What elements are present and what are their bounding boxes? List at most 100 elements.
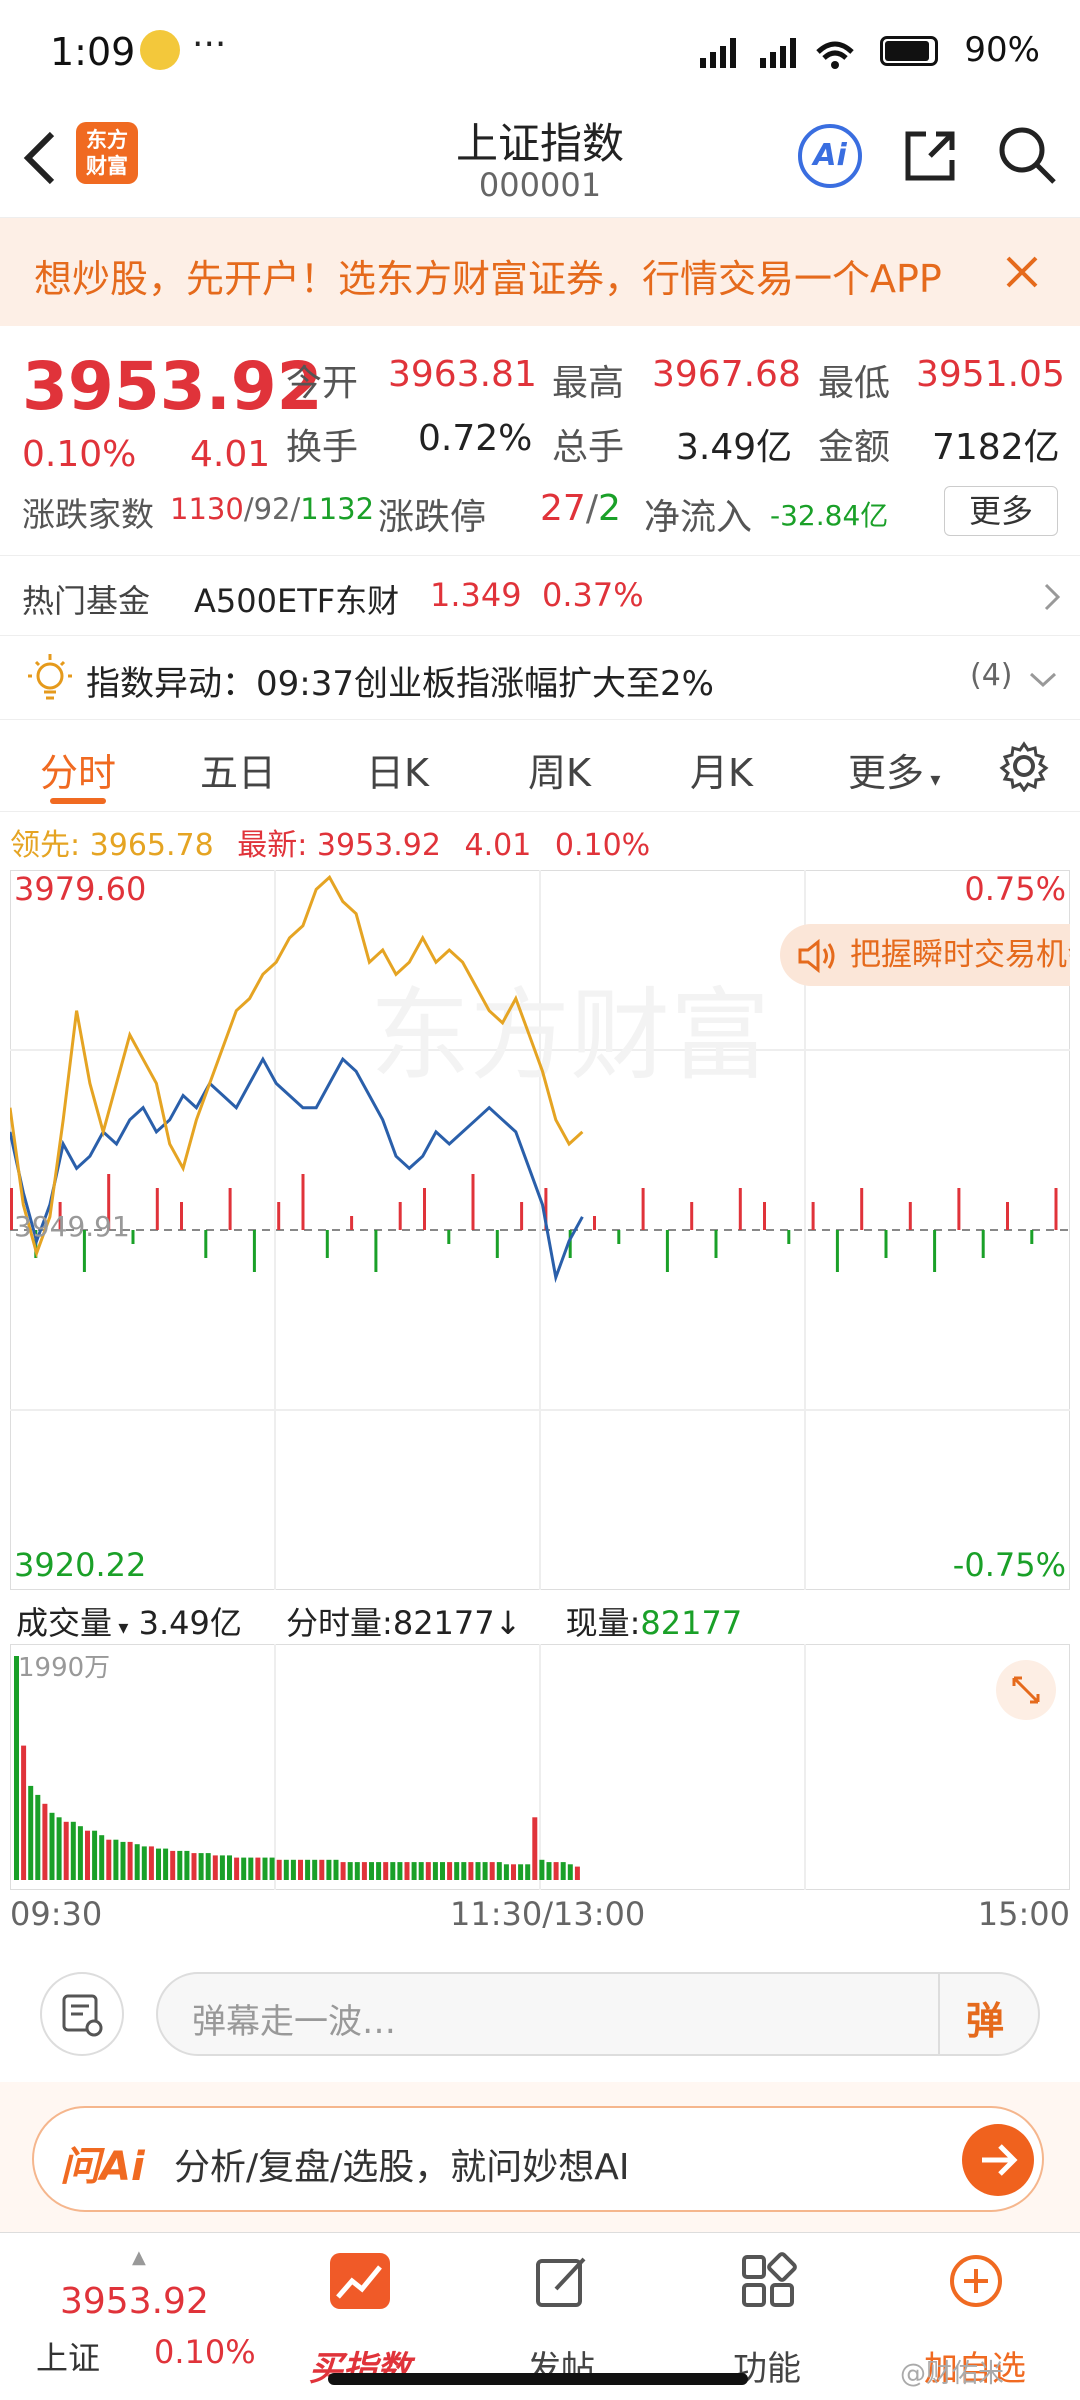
latest-pct: 0.10% — [554, 828, 651, 863]
danmu-send-button[interactable]: 弹 — [966, 1990, 1004, 2045]
intraday-chart[interactable]: 东方财富 3979.60 3949.91 3920.22 0.75% -0.75… — [8, 869, 1071, 1591]
alert-text: 09:37创业板指涨幅扩大至2% — [256, 664, 714, 704]
flow-bar — [471, 1174, 475, 1230]
time-mid: 11:30/13:00 — [450, 1895, 646, 1933]
volume-bar — [156, 1848, 161, 1880]
amount-label: 金额 — [818, 427, 891, 468]
flow-bar — [447, 1230, 451, 1244]
tab-intraday[interactable]: 分时 — [40, 742, 116, 797]
app-header: 东方 财富 上证指数 000001 Ai — [0, 100, 1080, 218]
volume-bar — [468, 1862, 474, 1880]
now-volume-value: 82177 — [640, 1604, 743, 1642]
flow-bar — [714, 1230, 718, 1258]
volume-bar — [198, 1853, 204, 1880]
flow-bar — [301, 1174, 305, 1230]
volume-bar — [383, 1862, 389, 1880]
ai-assistant-button[interactable]: Ai — [798, 124, 862, 188]
volume-bar — [319, 1859, 325, 1880]
breadth-label: 涨跌家数 — [22, 495, 154, 534]
flow-bar — [350, 1216, 354, 1230]
tab-more[interactable]: 更多 ▾ — [848, 742, 940, 797]
index-alert-row[interactable]: 指数异动：09:37创业板指涨幅扩大至2% (4) — [0, 636, 1080, 720]
amount-value: 7182亿 — [932, 427, 1060, 468]
tab-weekly-k[interactable]: 周K — [528, 742, 591, 797]
volume-bar — [340, 1862, 346, 1880]
open-value: 3963.81 — [388, 354, 537, 395]
volume-bar — [518, 1864, 524, 1880]
volume-bar — [298, 1859, 303, 1880]
status-time: 1:09 — [50, 30, 136, 74]
alert-count: (4) — [970, 658, 1013, 693]
nav-index-price: 3953.92 — [60, 2281, 209, 2322]
chevron-down-icon[interactable] — [1028, 670, 1058, 690]
volume-bar — [397, 1862, 403, 1880]
volume-bar — [241, 1857, 247, 1880]
hot-fund-pct: 0.37% — [542, 576, 644, 614]
home-indicator — [328, 2373, 748, 2385]
ai-logo: 问Ai — [60, 2144, 145, 2190]
limit-values: 27/2 — [540, 488, 621, 529]
volume-bar — [425, 1862, 431, 1880]
close-icon[interactable] — [1004, 254, 1040, 290]
tab-five-day[interactable]: 五日 — [200, 742, 276, 797]
volume-bar — [546, 1862, 552, 1880]
tab-daily-k[interactable]: 日K — [366, 742, 429, 797]
hot-fund-label: 热门基金 — [22, 582, 151, 620]
battery-level: 90% — [964, 30, 1040, 70]
netflow-label: 净流入 — [644, 497, 753, 538]
volume-bar — [63, 1821, 69, 1880]
hot-fund-row[interactable]: 热门基金 A500ETF东财 1.349 0.37% — [0, 556, 1080, 636]
latest-change: 4.01 — [464, 828, 532, 863]
volume-bar — [333, 1859, 339, 1880]
ai-label: Ai — [813, 138, 847, 173]
more-quote-button[interactable]: 更多 — [944, 486, 1058, 536]
danmu-input[interactable]: 弹幕走一波… 弹 — [156, 1972, 1040, 2056]
volume-bar — [28, 1785, 34, 1880]
trading-opportunity-button[interactable]: 把握瞬时交易机会 — [780, 924, 1070, 986]
volume-value: 3.49亿 — [676, 427, 793, 468]
volume-bar — [42, 1803, 48, 1880]
status-more-dots: ··· — [192, 24, 227, 65]
flow-bar — [593, 1216, 596, 1230]
volume-selector[interactable]: 成交量 ▾ — [16, 1604, 128, 1642]
volume-bar — [85, 1830, 90, 1880]
volume-bar — [170, 1850, 176, 1880]
tab-monthly-k[interactable]: 月K — [690, 742, 753, 797]
volume-bar — [255, 1857, 261, 1880]
arrow-right-icon[interactable] — [962, 2124, 1034, 2196]
comment-list-icon[interactable] — [40, 1972, 124, 2056]
plus-circle-icon — [950, 2255, 1002, 2307]
chart-tabs: 分时 五日 日K 周K 月K 更多 ▾ — [0, 720, 1080, 812]
ai-query-bar[interactable]: 问Ai 分析/复盘/选股，就问妙想AI — [32, 2106, 1044, 2212]
share-icon[interactable] — [900, 126, 960, 186]
y-max-label: 3979.60 — [14, 870, 146, 908]
flat-count: 92 — [253, 492, 291, 526]
limit-label: 涨跌停 — [378, 497, 487, 538]
flow-bar — [277, 1202, 281, 1230]
tick-volume-label: 分时量: — [286, 1604, 393, 1642]
volume-bar — [177, 1850, 183, 1880]
flow-bar — [520, 1202, 524, 1230]
promo-banner[interactable]: 想炒股，先开户！选东方财富证券，行情交易一个APP — [0, 218, 1080, 326]
volume-bar — [539, 1859, 545, 1880]
grid-icon — [742, 2252, 797, 2307]
volume-bar — [21, 1745, 27, 1880]
hot-fund-name: A500ETF东财 — [194, 582, 400, 620]
battery-icon — [880, 36, 938, 66]
gear-icon[interactable] — [998, 740, 1050, 792]
now-volume-label: 现量: — [565, 1604, 641, 1642]
volume-bar — [113, 1839, 119, 1880]
volume-bar — [574, 1866, 580, 1880]
baseline-label: 3949.91 — [14, 1210, 130, 1243]
flow-bar — [884, 1230, 888, 1258]
volume-chart[interactable]: 1990万 — [9, 1643, 1071, 1891]
nav-index-pct: 0.10% — [154, 2333, 256, 2371]
nav-index-quote[interactable]: ▲ 3953.92 上证 0.10% — [20, 2247, 270, 2387]
expand-icon[interactable] — [996, 1660, 1056, 1720]
alert-label: 指数异动 — [86, 664, 222, 704]
volume-bar — [269, 1857, 275, 1880]
flow-bar — [10, 1188, 13, 1230]
volume-bar — [461, 1862, 467, 1880]
search-icon[interactable] — [996, 124, 1058, 186]
tab-active-indicator — [50, 798, 106, 804]
